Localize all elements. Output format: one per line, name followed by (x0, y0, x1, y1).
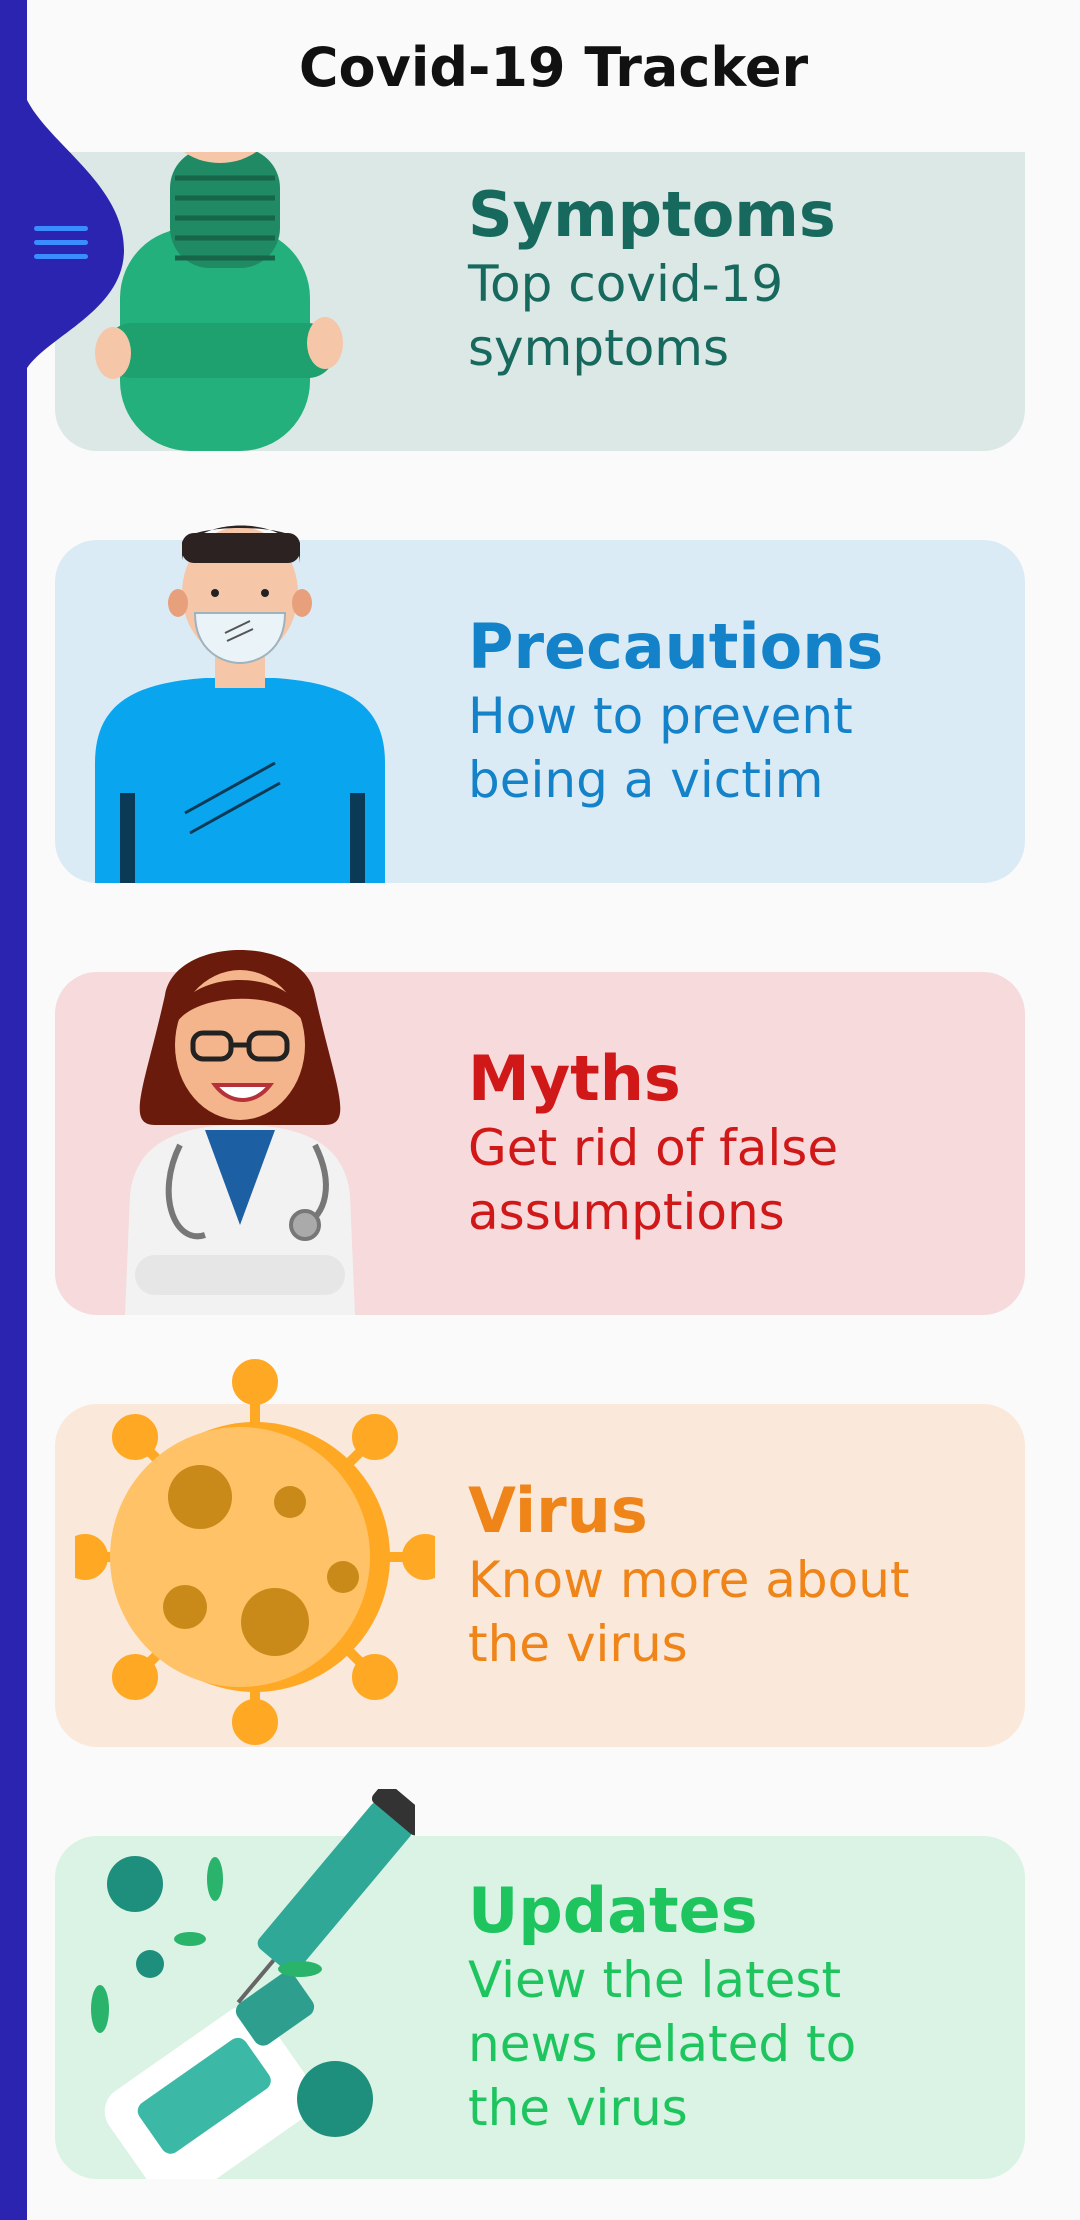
card-text: Updates View the latest news related to … (468, 1836, 1008, 2179)
card-virus[interactable]: Virus Know more about the virus (55, 1359, 1025, 1747)
card-updates[interactable]: Updates View the latest news related to … (55, 1789, 1025, 2179)
card-title: Myths (468, 1041, 681, 1115)
card-text: Precautions How to prevent being a victi… (468, 540, 1008, 883)
card-subtitle: View the latest news related to the viru… (468, 1951, 857, 2138)
card-text: Myths Get rid of false assumptions (468, 972, 1008, 1315)
masked-person-icon (75, 493, 405, 883)
card-title: Virus (468, 1473, 648, 1547)
card-title: Symptoms (468, 177, 836, 251)
card-subtitle: How to prevent being a victim (468, 687, 853, 810)
card-subtitle: Get rid of false assumptions (468, 1119, 839, 1242)
drawer-tab[interactable] (0, 0, 130, 380)
card-title: Updates (468, 1873, 758, 1947)
virus-icon (75, 1357, 435, 1747)
card-title: Precautions (468, 609, 884, 683)
app-header: Covid-19 Tracker (0, 0, 1080, 152)
card-text: Symptoms Top covid-19 symptoms (468, 108, 1008, 451)
vaccine-icon (75, 1789, 415, 2179)
card-precautions[interactable]: Precautions How to prevent being a victi… (55, 525, 1025, 883)
card-subtitle: Top covid-19 symptoms (468, 255, 784, 378)
card-symptoms[interactable]: Symptoms Top covid-19 symptoms (55, 108, 1025, 451)
card-subtitle: Know more about the virus (468, 1551, 910, 1674)
hamburger-menu-icon[interactable] (34, 226, 88, 266)
card-myths[interactable]: Myths Get rid of false assumptions (55, 950, 1025, 1315)
card-text: Virus Know more about the virus (468, 1404, 1008, 1747)
page-title: Covid-19 Tracker (298, 36, 809, 99)
doctor-icon (75, 925, 405, 1315)
